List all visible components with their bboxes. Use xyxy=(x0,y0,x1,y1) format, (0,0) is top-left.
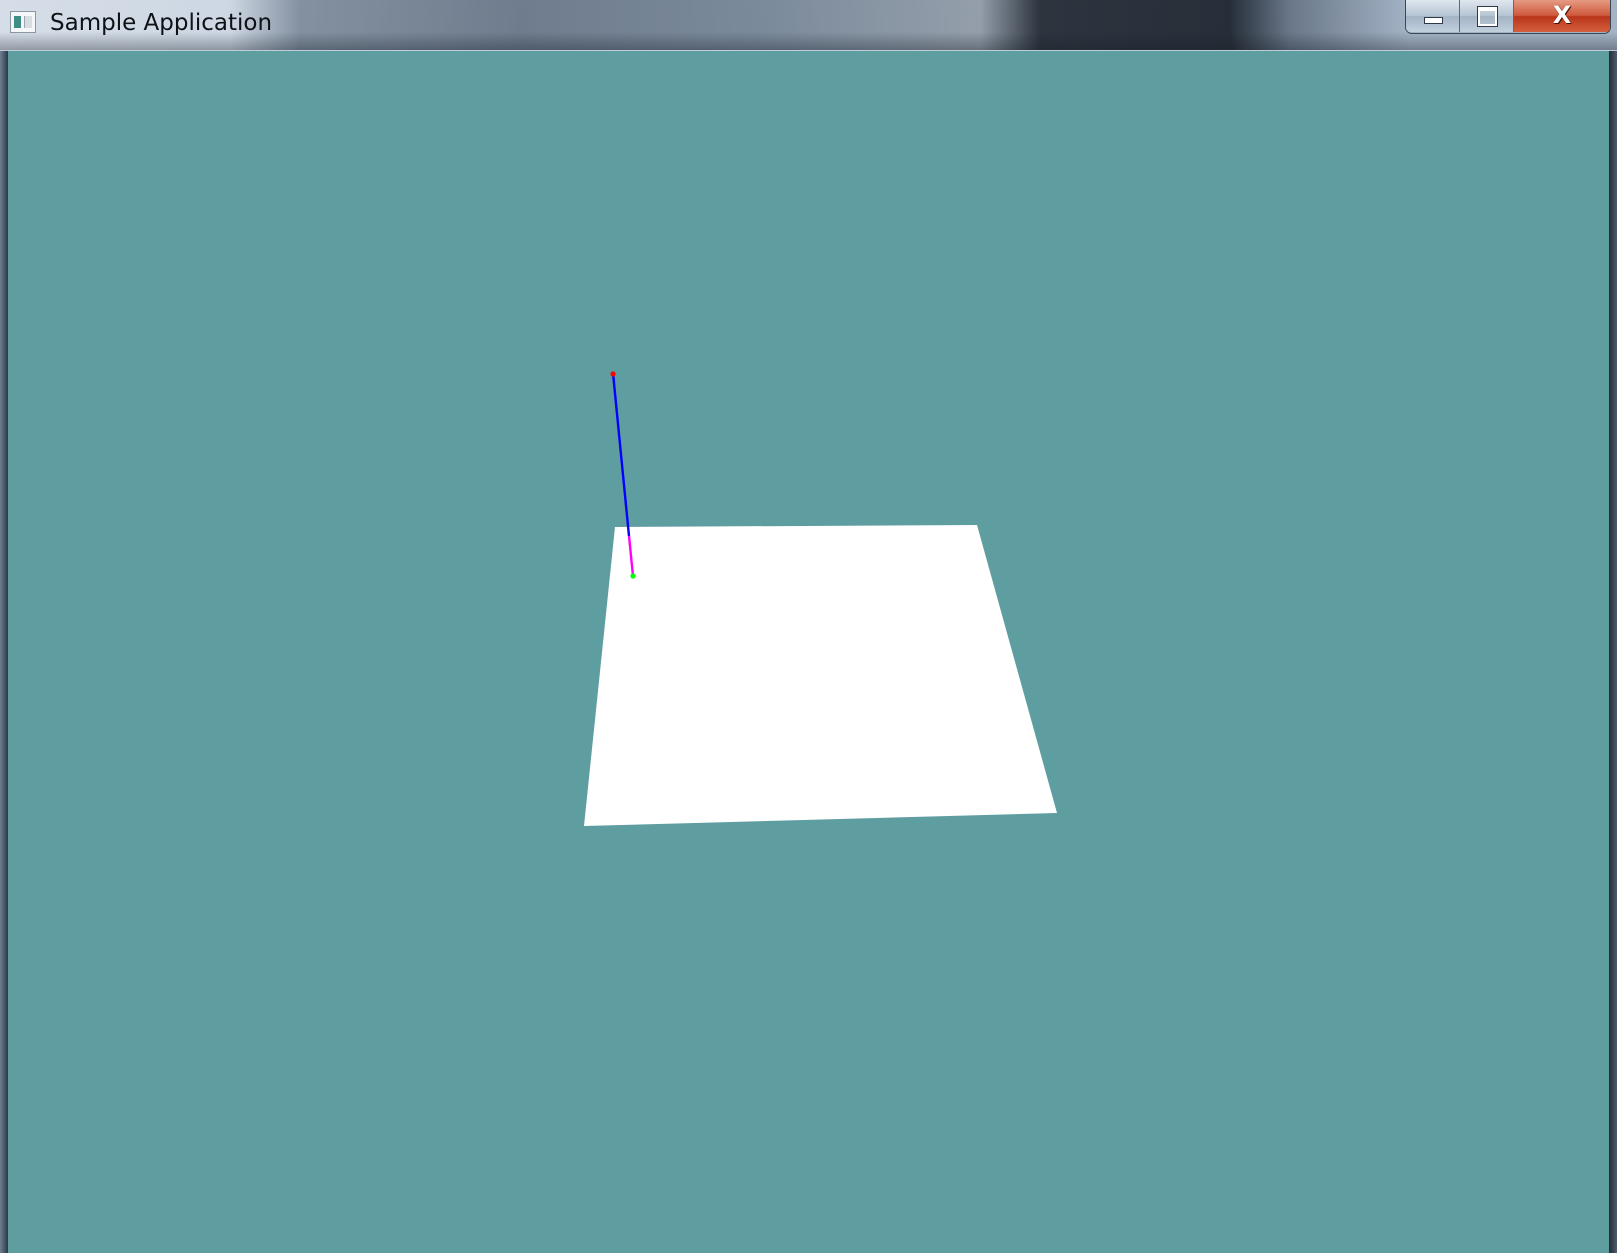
close-button[interactable]: X xyxy=(1514,0,1610,32)
window-frame-left xyxy=(0,51,8,1253)
application-icon-left-pane xyxy=(14,16,21,28)
close-icon: X xyxy=(1552,1,1572,29)
window-frame-right xyxy=(1609,51,1617,1253)
minimize-icon xyxy=(1424,17,1443,24)
white-plane xyxy=(584,525,1057,826)
title-bar[interactable]: Sample Application X xyxy=(0,0,1617,50)
application-icon-right-pane xyxy=(24,16,32,28)
window-title: Sample Application xyxy=(50,10,273,36)
scene-canvas xyxy=(8,51,1609,1253)
application-icon[interactable] xyxy=(10,11,36,33)
caption-buttons: X xyxy=(1405,0,1611,34)
axis-bottom-endpoint xyxy=(630,573,636,579)
axis-top-endpoint xyxy=(610,371,616,377)
render-viewport[interactable] xyxy=(8,51,1609,1253)
maximize-icon xyxy=(1477,6,1498,27)
maximize-button[interactable] xyxy=(1460,0,1514,32)
minimize-button[interactable] xyxy=(1406,0,1460,32)
application-window: Sample Application X xyxy=(0,0,1617,1253)
